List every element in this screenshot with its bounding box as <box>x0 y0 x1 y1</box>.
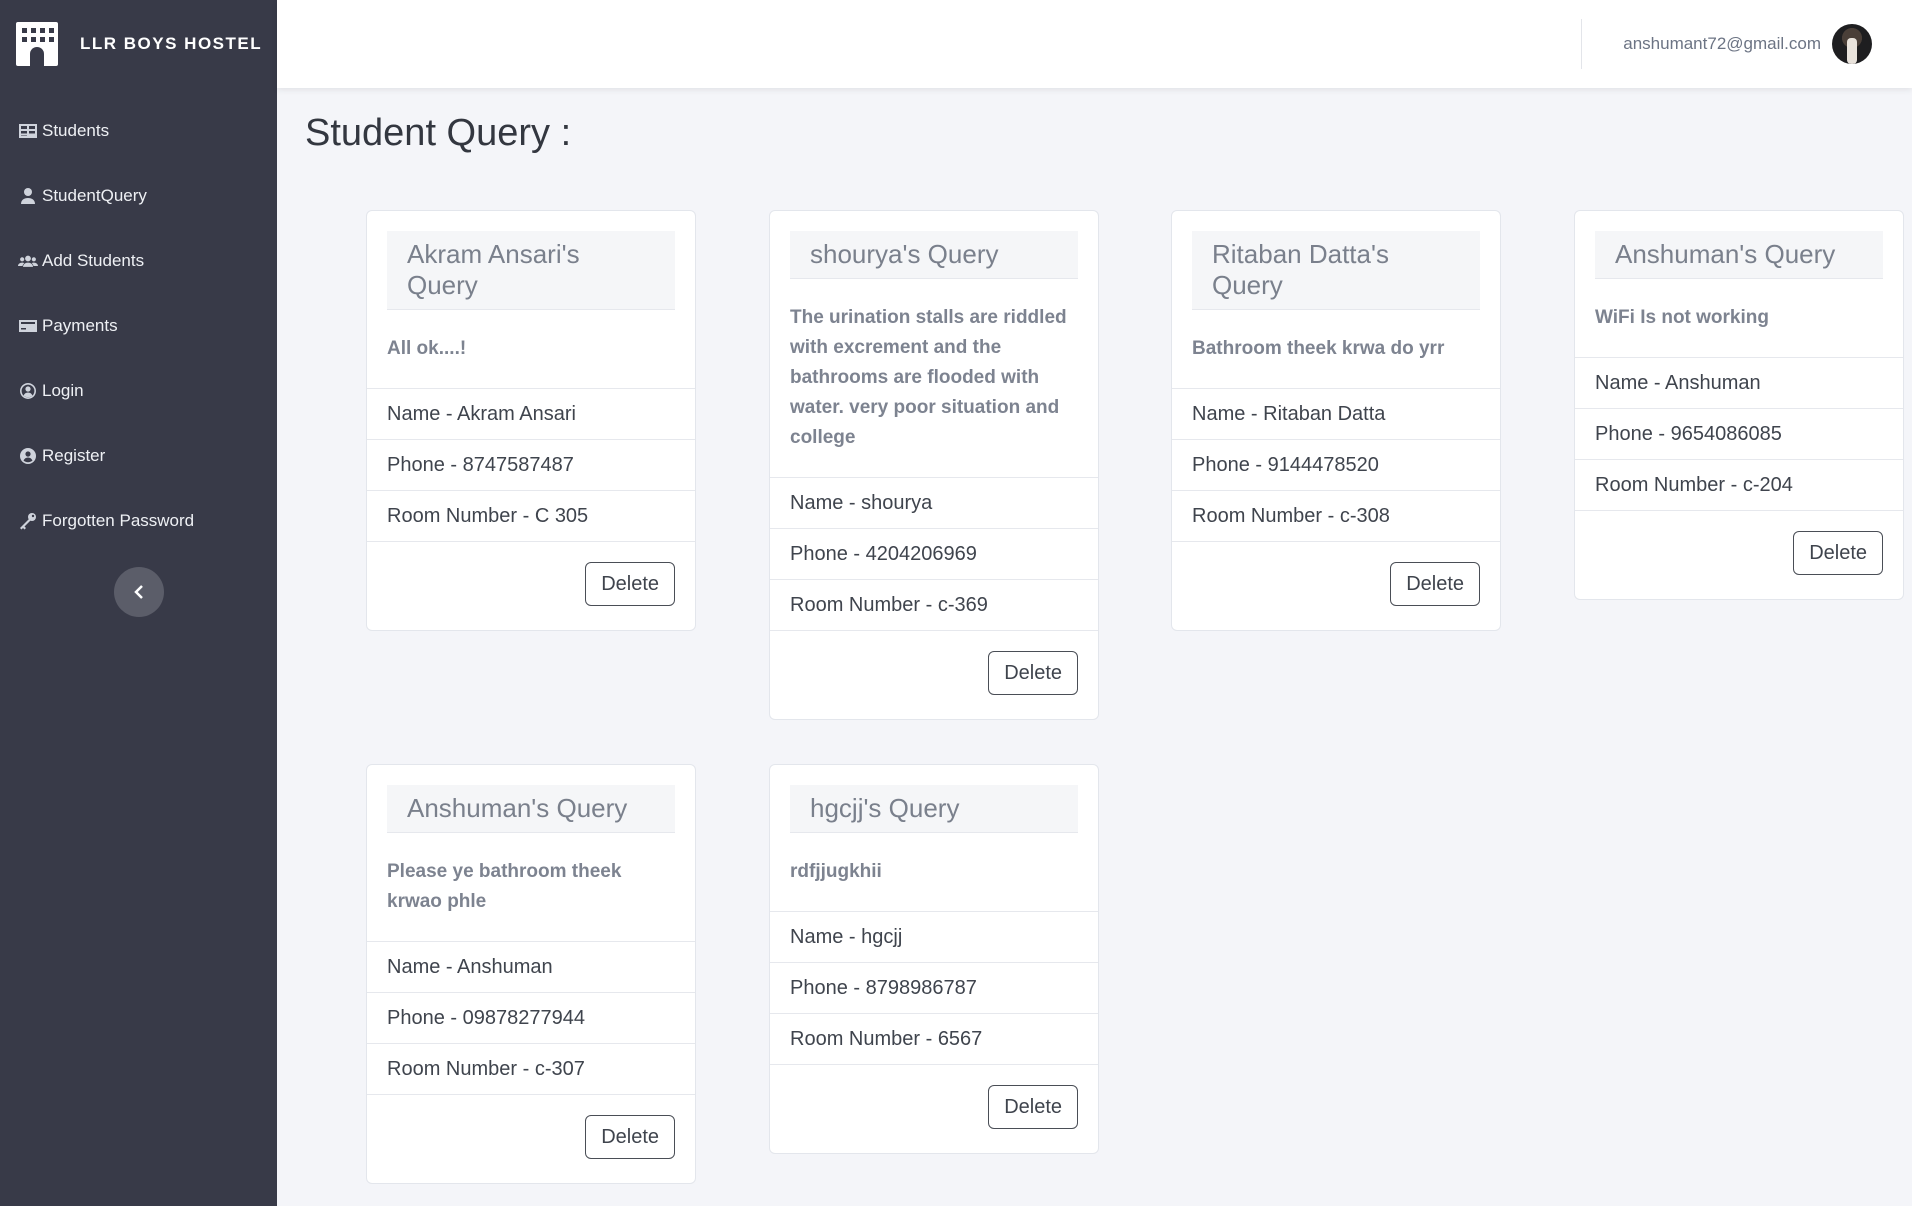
delete-button[interactable]: Delete <box>1390 562 1480 606</box>
key-icon <box>20 512 36 529</box>
sidebar-item-label: Add Students <box>42 250 145 270</box>
sidebar-item-register[interactable]: Register <box>0 423 277 488</box>
query-message: rdfjjugkhii <box>790 861 882 882</box>
sidebar-item-label: Forgotten Password <box>42 510 195 530</box>
student-phone: Phone - 8798986787 <box>770 962 1098 1013</box>
users-icon <box>18 255 38 267</box>
user-circle-icon <box>20 382 37 399</box>
sidebar-nav: Students StudentQuery Add Students Payme… <box>0 98 277 553</box>
student-phone: Phone - 9144478520 <box>1172 439 1500 490</box>
query-card-title: Anshuman's Query <box>387 785 675 833</box>
query-card: Ritaban Datta's Query Bathroom theek krw… <box>1171 210 1501 631</box>
credit-card-icon <box>19 319 37 332</box>
sidebar-item-payments[interactable]: Payments <box>0 293 277 358</box>
student-phone: Phone - 09878277944 <box>367 992 695 1043</box>
query-card-title: hgcjj's Query <box>790 785 1078 833</box>
delete-button[interactable]: Delete <box>585 1115 675 1159</box>
delete-button[interactable]: Delete <box>1793 531 1883 575</box>
card-footer: Delete <box>367 1094 695 1183</box>
query-card-title: Akram Ansari's Query <box>387 231 675 310</box>
query-card: shourya's Query The urination stalls are… <box>769 210 1099 720</box>
sidebar-item-studentquery[interactable]: StudentQuery <box>0 163 277 228</box>
sidebar-item-label: Register <box>42 445 106 465</box>
sidebar-item-label: Payments <box>42 315 118 335</box>
query-message: Please ye bathroom theek krwao phle <box>387 861 622 912</box>
table-icon <box>19 123 37 138</box>
delete-button[interactable]: Delete <box>988 651 1078 695</box>
student-name: Name - Anshuman <box>367 941 695 992</box>
sidebar: LLR BOYS HOSTEL Students StudentQuery Ad… <box>0 0 277 1206</box>
student-room: Room Number - c-369 <box>770 579 1098 630</box>
sidebar-item-label: StudentQuery <box>42 185 147 205</box>
query-card-title: Ritaban Datta's Query <box>1192 231 1480 310</box>
query-card: Akram Ansari's Query All ok....! Name - … <box>366 210 696 631</box>
student-room: Room Number - c-204 <box>1575 459 1903 510</box>
delete-button[interactable]: Delete <box>988 1085 1078 1129</box>
card-footer: Delete <box>1172 541 1500 630</box>
student-phone: Phone - 8747587487 <box>367 439 695 490</box>
topbar: anshumant72@gmail.com <box>277 0 1912 88</box>
avatar[interactable] <box>1832 24 1872 64</box>
sidebar-item-students[interactable]: Students <box>0 98 277 163</box>
query-card: hgcjj's Query rdfjjugkhii Name - hgcjj P… <box>769 764 1099 1154</box>
query-card: Anshuman's Query WiFi Is not working Nam… <box>1574 210 1904 600</box>
card-footer: Delete <box>1575 510 1903 599</box>
student-room: Room Number - c-308 <box>1172 490 1500 541</box>
sidebar-item-forgotten-password[interactable]: Forgotten Password <box>0 488 277 553</box>
student-name: Name - hgcjj <box>770 911 1098 962</box>
query-card-title: Anshuman's Query <box>1595 231 1883 279</box>
query-message: Bathroom theek krwa do yrr <box>1192 338 1445 359</box>
student-name: Name - Anshuman <box>1575 357 1903 408</box>
student-name: Name - shourya <box>770 477 1098 528</box>
student-phone: Phone - 9654086085 <box>1575 408 1903 459</box>
student-room: Room Number - 6567 <box>770 1013 1098 1064</box>
user-circle-filled-icon <box>20 447 36 464</box>
sidebar-item-label: Students <box>42 120 110 140</box>
user-email[interactable]: anshumant72@gmail.com <box>1623 34 1821 54</box>
card-footer: Delete <box>770 1064 1098 1153</box>
card-footer: Delete <box>367 541 695 630</box>
student-phone: Phone - 4204206969 <box>770 528 1098 579</box>
sidebar-item-add-students[interactable]: Add Students <box>0 228 277 293</box>
query-message: WiFi Is not working <box>1595 307 1769 328</box>
query-card: Anshuman's Query Please ye bathroom thee… <box>366 764 696 1184</box>
student-name: Name - Ritaban Datta <box>1172 388 1500 439</box>
student-name: Name - Akram Ansari <box>367 388 695 439</box>
card-footer: Delete <box>770 630 1098 719</box>
delete-button[interactable]: Delete <box>585 562 675 606</box>
brand[interactable]: LLR BOYS HOSTEL <box>0 0 277 88</box>
chevron-left-icon <box>134 585 143 599</box>
student-room: Room Number - C 305 <box>367 490 695 541</box>
sidebar-toggle-button[interactable] <box>114 567 164 617</box>
query-message: The urination stalls are riddled with ex… <box>790 307 1067 448</box>
building-icon <box>16 22 58 66</box>
query-message: All ok....! <box>387 338 467 359</box>
topbar-divider <box>1581 19 1582 69</box>
page-title: Student Query : <box>305 112 572 154</box>
user-icon <box>21 187 35 204</box>
query-card-title: shourya's Query <box>790 231 1078 279</box>
student-room: Room Number - c-307 <box>367 1043 695 1094</box>
brand-name: LLR BOYS HOSTEL <box>80 34 263 53</box>
sidebar-item-login[interactable]: Login <box>0 358 277 423</box>
sidebar-item-label: Login <box>42 380 84 400</box>
